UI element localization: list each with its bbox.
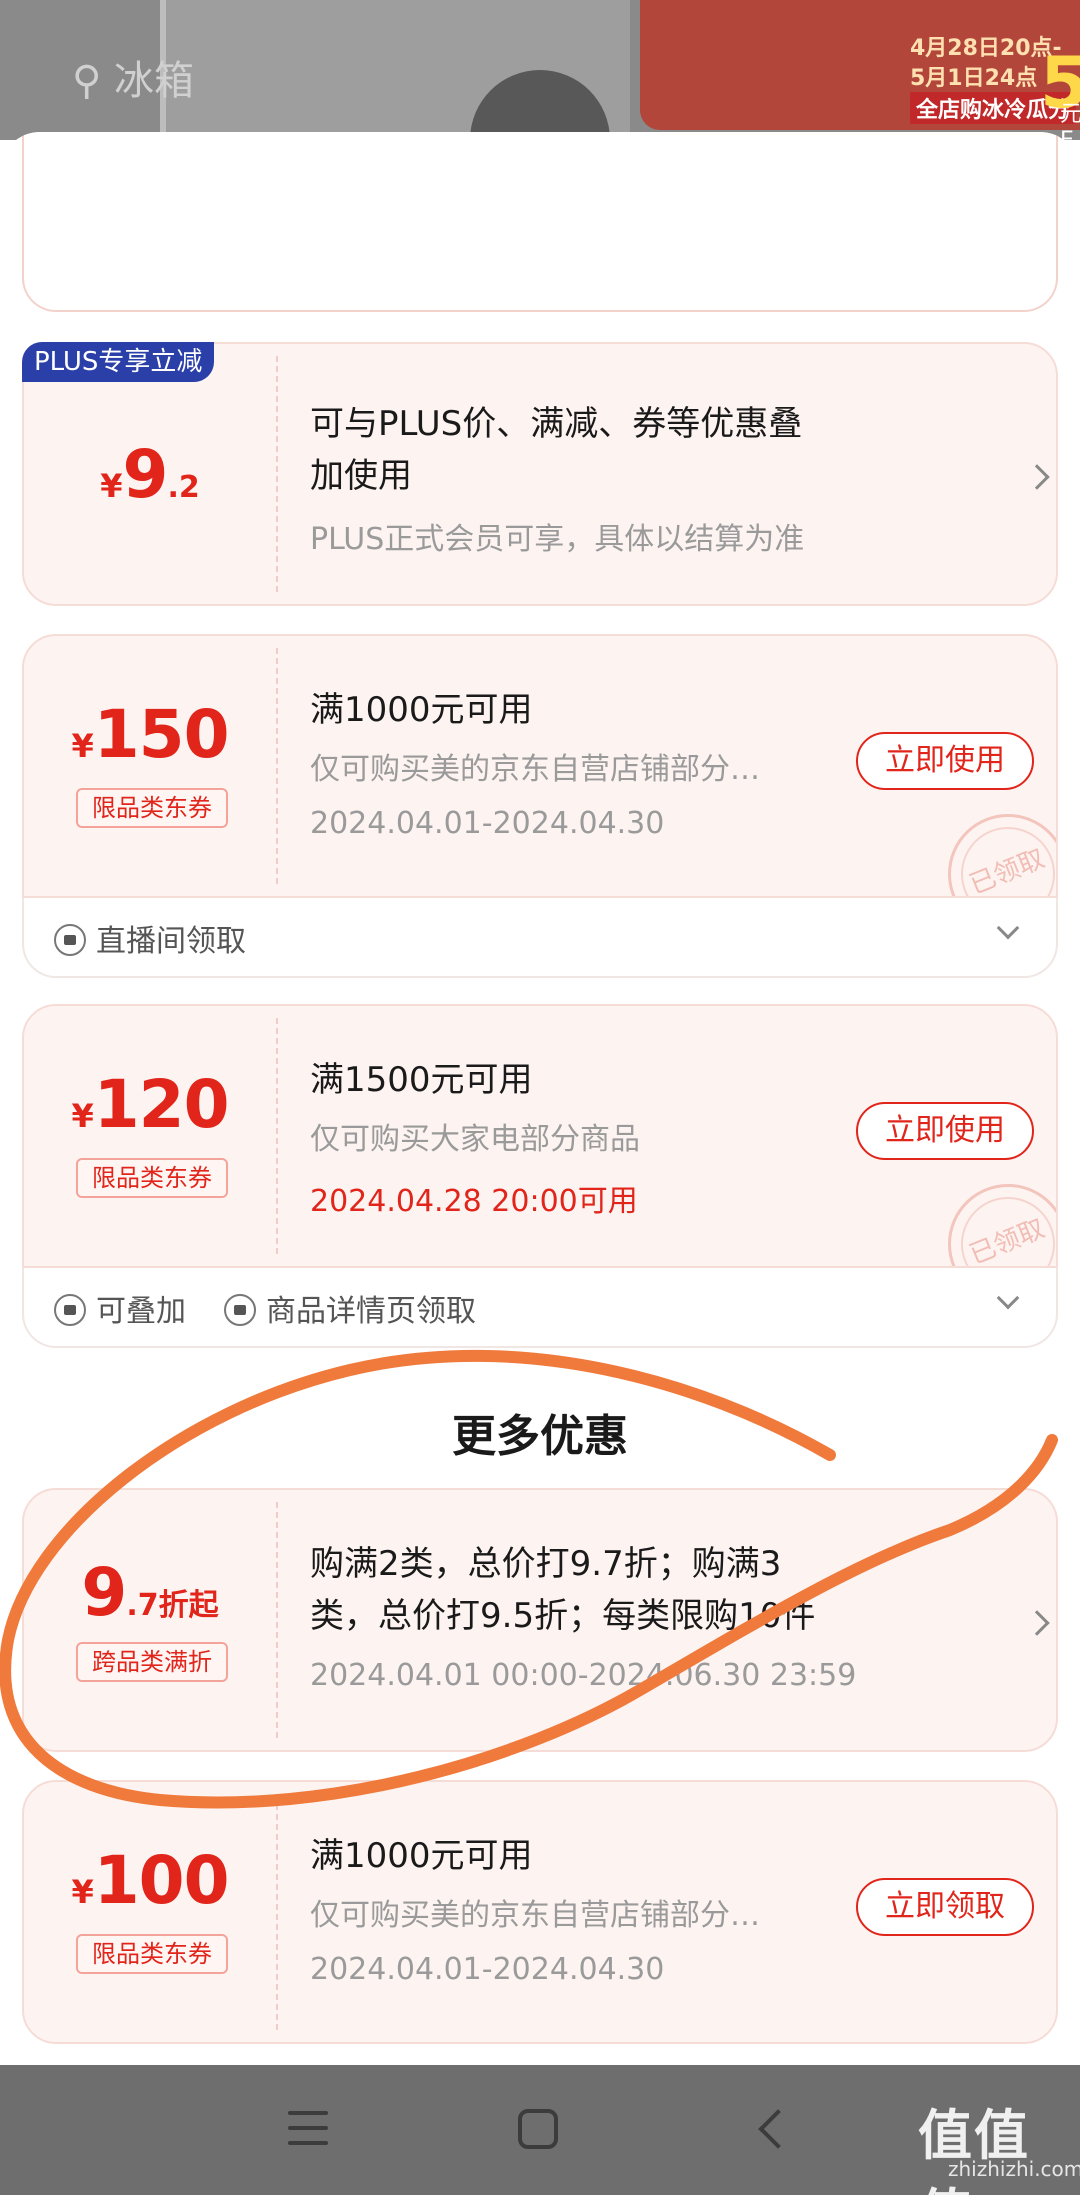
currency-symbol: ¥ bbox=[71, 1873, 94, 1911]
watermark-url: zhizhizhi.com bbox=[948, 2157, 1080, 2181]
partial-offer-card bbox=[22, 132, 1058, 312]
coupon-desc: 仅可购买美的京东自营店铺部分… bbox=[310, 1898, 760, 1933]
background-page: ⚲ 冰箱 4月28日20点- 5月1日24点 全店购冰冷瓜分 5万 元E卡 bbox=[0, 0, 1080, 140]
coupon-date: 2024.04.28 20:00可用 bbox=[310, 1184, 638, 1219]
background-search: ⚲ 冰箱 bbox=[72, 58, 195, 104]
plus-title-line2: 加使用 bbox=[310, 456, 412, 496]
coupon-date: 2024.04.01-2024.04.30 bbox=[310, 806, 665, 841]
menu-icon[interactable] bbox=[288, 2111, 328, 2145]
plus-amount-int: 9 bbox=[122, 436, 169, 513]
coupon-card-150: ¥150 限品类东券 满1000元可用 仅可购买美的京东自营店铺部分… 2024… bbox=[22, 634, 1058, 898]
chevron-down-icon[interactable] bbox=[996, 916, 1020, 940]
discount-amount-int: 9 bbox=[81, 1554, 127, 1631]
plus-badge: PLUS专享立减 bbox=[22, 342, 215, 382]
card-divider bbox=[276, 1018, 278, 1254]
discount-title-line2: 类，总价打9.5折；每类限购10件 bbox=[310, 1596, 816, 1636]
background-search-text: 冰箱 bbox=[114, 58, 195, 104]
coupon-type-tag: 限品类东券 bbox=[76, 788, 228, 828]
offers-sheet: 优惠 ¥9.2 可与PLUS价、满减、券等优惠叠 加使用 PLUS正式会员可享，… bbox=[0, 132, 1080, 2065]
plus-title-line1: 可与PLUS价、满减、券等优惠叠 bbox=[310, 404, 803, 444]
discount-amount-suffix: .7折起 bbox=[126, 1588, 219, 1623]
chevron-right-icon bbox=[1024, 464, 1050, 490]
use-now-button[interactable]: 立即使用 bbox=[856, 1102, 1034, 1160]
currency-symbol: ¥ bbox=[71, 1097, 94, 1135]
card-divider bbox=[276, 356, 278, 592]
coupon-amount: 150 bbox=[93, 696, 230, 773]
promo-suffix: 元E卡 bbox=[1060, 102, 1080, 140]
coupon-condition: 满1000元可用 bbox=[310, 1836, 533, 1876]
coupon-150-footer[interactable]: 直播间领取 bbox=[22, 898, 1058, 978]
coupon-icon bbox=[54, 924, 86, 956]
system-nav-bar: 值值值 zhizhizhi.com bbox=[0, 2065, 1080, 2195]
coupon-type-tag: 限品类东券 bbox=[76, 1934, 228, 1974]
plus-amount-dec: .2 bbox=[167, 470, 200, 505]
coupon-icon bbox=[224, 1294, 256, 1326]
discount-offer-card[interactable]: 9.7折起 跨品类满折 购满2类，总价打9.7折；购满3 类，总价打9.5折；每… bbox=[22, 1488, 1058, 1752]
chevron-right-icon bbox=[1024, 1610, 1050, 1636]
plus-desc: PLUS正式会员可享，具体以结算为准 bbox=[310, 522, 805, 557]
coupon-120-footer[interactable]: 可叠加 商品详情页领取 bbox=[22, 1268, 1058, 1348]
back-icon[interactable] bbox=[758, 2109, 798, 2149]
chevron-down-icon[interactable] bbox=[996, 1286, 1020, 1310]
stack-icon bbox=[54, 1294, 86, 1326]
use-now-button[interactable]: 立即使用 bbox=[856, 732, 1034, 790]
coupon-card-120: ¥120 限品类东券 满1500元可用 仅可购买大家电部分商品 2024.04.… bbox=[22, 1004, 1058, 1268]
discount-type-tag: 跨品类满折 bbox=[76, 1642, 228, 1682]
claimed-stamp: 已领取 bbox=[929, 795, 1056, 896]
coupon-date: 2024.04.01-2024.04.30 bbox=[310, 1952, 665, 1987]
discount-title-line1: 购满2类，总价打9.7折；购满3 bbox=[310, 1544, 782, 1584]
coupon-amount: 120 bbox=[93, 1066, 230, 1143]
claimed-stamp: 已领取 bbox=[929, 1165, 1056, 1266]
coupon-amount: 100 bbox=[93, 1842, 230, 1919]
coupon-source: 商品详情页领取 bbox=[266, 1294, 476, 1329]
card-divider bbox=[276, 1502, 278, 1738]
card-divider bbox=[276, 648, 278, 884]
currency-symbol: ¥ bbox=[71, 727, 94, 765]
promo-line-1: 4月28日20点- bbox=[910, 36, 1062, 61]
claim-now-button[interactable]: 立即领取 bbox=[856, 1878, 1034, 1936]
coupon-source: 直播间领取 bbox=[96, 924, 246, 959]
promo-line-2: 5月1日24点 bbox=[910, 66, 1038, 91]
more-offers-title: 更多优惠 bbox=[452, 1411, 628, 1462]
discount-date: 2024.04.01 00:00-2024.06.30 23:59 bbox=[310, 1658, 857, 1693]
coupon-type-tag: 限品类东券 bbox=[76, 1158, 228, 1198]
coupon-desc: 仅可购买大家电部分商品 bbox=[310, 1122, 640, 1157]
home-icon[interactable] bbox=[518, 2109, 558, 2149]
background-promo-banner: 4月28日20点- 5月1日24点 全店购冰冷瓜分 5万 元E卡 bbox=[640, 0, 1080, 140]
coupon-condition: 满1000元可用 bbox=[310, 690, 533, 730]
coupon-condition: 满1500元可用 bbox=[310, 1060, 533, 1100]
currency-symbol: ¥ bbox=[100, 467, 123, 505]
plus-offer-amount: ¥9.2 bbox=[24, 344, 276, 604]
card-divider bbox=[276, 1794, 278, 2030]
coupon-desc: 仅可购买美的京东自营店铺部分… bbox=[310, 752, 760, 787]
coupon-card-100: ¥100 限品类东券 满1000元可用 仅可购买美的京东自营店铺部分… 2024… bbox=[22, 1780, 1058, 2044]
coupon-stackable: 可叠加 bbox=[96, 1294, 186, 1329]
